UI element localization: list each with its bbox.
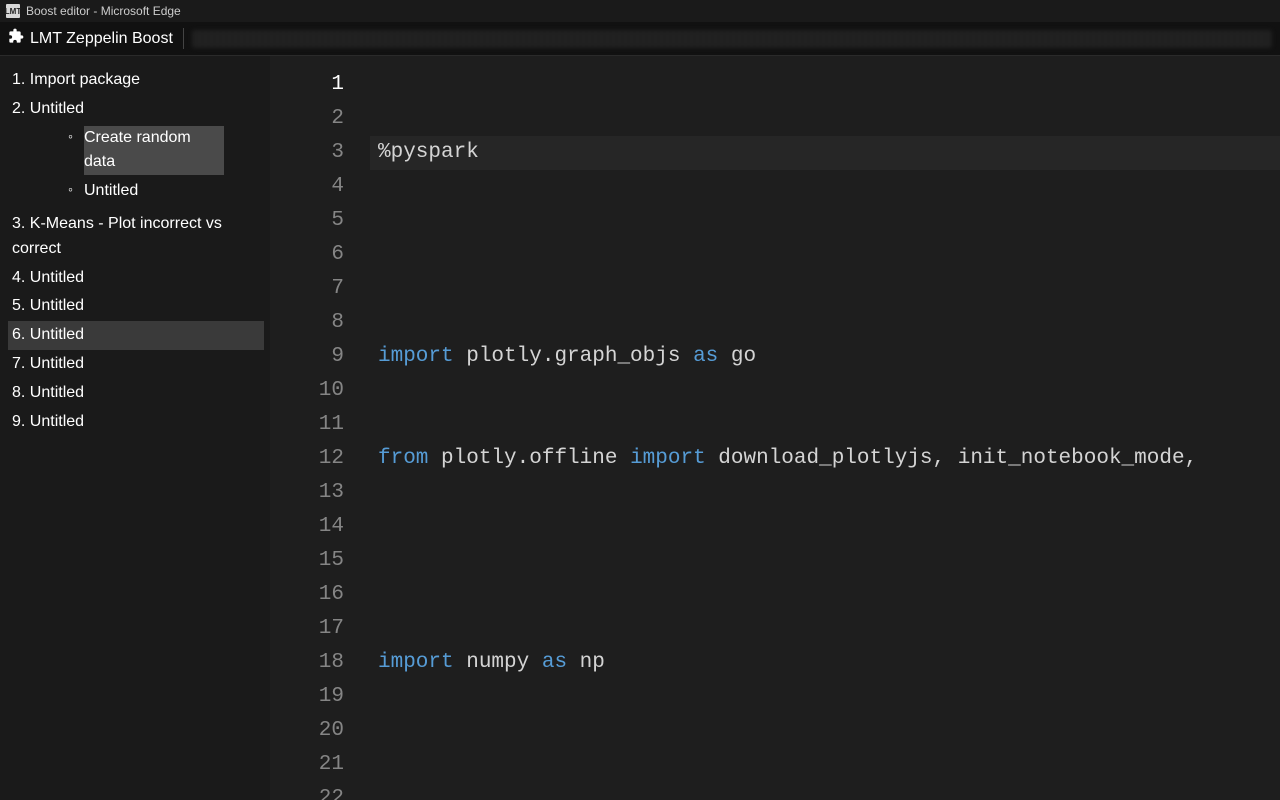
sidebar-subitem[interactable]: Create random data <box>68 124 264 178</box>
code-line[interactable] <box>370 748 1280 782</box>
line-number: 16 <box>270 578 344 612</box>
extension-title[interactable]: LMT Zeppelin Boost <box>8 28 184 49</box>
line-number: 21 <box>270 748 344 782</box>
sidebar-item[interactable]: Untitled <box>8 264 264 293</box>
line-number: 10 <box>270 374 344 408</box>
sidebar-item[interactable]: Untitled <box>8 95 264 124</box>
line-number: 18 <box>270 646 344 680</box>
code-line[interactable]: import numpy as np <box>370 646 1280 680</box>
main-area: Import package Untitled Create random da… <box>0 56 1280 800</box>
line-number: 2 <box>270 102 344 136</box>
line-number: 9 <box>270 340 344 374</box>
code-editor[interactable]: 1 2 3 4 5 6 7 8 9 10 11 12 13 14 15 16 1… <box>270 56 1280 800</box>
line-number: 8 <box>270 306 344 340</box>
line-number: 5 <box>270 204 344 238</box>
line-number: 14 <box>270 510 344 544</box>
sidebar-item[interactable]: Untitled <box>8 321 264 350</box>
sidebar-item[interactable]: Untitled <box>8 350 264 379</box>
line-number: 11 <box>270 408 344 442</box>
line-number: 3 <box>270 136 344 170</box>
code-line[interactable]: %pyspark <box>370 136 1280 170</box>
line-number: 13 <box>270 476 344 510</box>
extension-name-label: LMT Zeppelin Boost <box>30 30 173 48</box>
window-favicon: LMT <box>6 4 20 18</box>
line-number: 1 <box>270 68 344 102</box>
extension-toolbar: LMT Zeppelin Boost <box>0 22 1280 56</box>
line-number: 12 <box>270 442 344 476</box>
outline-sidebar: Import package Untitled Create random da… <box>0 56 270 800</box>
line-number: 17 <box>270 612 344 646</box>
sidebar-item[interactable]: Untitled <box>8 379 264 408</box>
line-number: 20 <box>270 714 344 748</box>
code-line[interactable]: from plotly.offline import download_plot… <box>370 442 1280 476</box>
sidebar-item[interactable]: K-Means - Plot incorrect vs correct <box>8 210 264 264</box>
sidebar-item[interactable]: Untitled <box>8 292 264 321</box>
line-number: 19 <box>270 680 344 714</box>
line-number: 6 <box>270 238 344 272</box>
puzzle-icon <box>8 28 24 49</box>
code-area[interactable]: %pyspark import plotly.graph_objs as go … <box>370 56 1280 800</box>
line-number-gutter: 1 2 3 4 5 6 7 8 9 10 11 12 13 14 15 16 1… <box>270 56 370 800</box>
code-line[interactable]: import plotly.graph_objs as go <box>370 340 1280 374</box>
window-titlebar: LMT Boost editor - Microsoft Edge <box>0 0 1280 22</box>
sidebar-item[interactable]: Import package <box>8 66 264 95</box>
address-bar-blur <box>192 30 1272 48</box>
window-title: Boost editor - Microsoft Edge <box>26 4 181 18</box>
outline-list: Import package Untitled Create random da… <box>8 66 264 436</box>
line-number: 4 <box>270 170 344 204</box>
line-number: 7 <box>270 272 344 306</box>
line-number: 22 <box>270 782 344 800</box>
outline-sublist: Create random data Untitled <box>68 124 264 206</box>
code-line[interactable] <box>370 238 1280 272</box>
sidebar-item[interactable]: Untitled <box>8 408 264 437</box>
sidebar-subitem[interactable]: Untitled <box>68 177 264 206</box>
code-line[interactable] <box>370 544 1280 578</box>
line-number: 15 <box>270 544 344 578</box>
